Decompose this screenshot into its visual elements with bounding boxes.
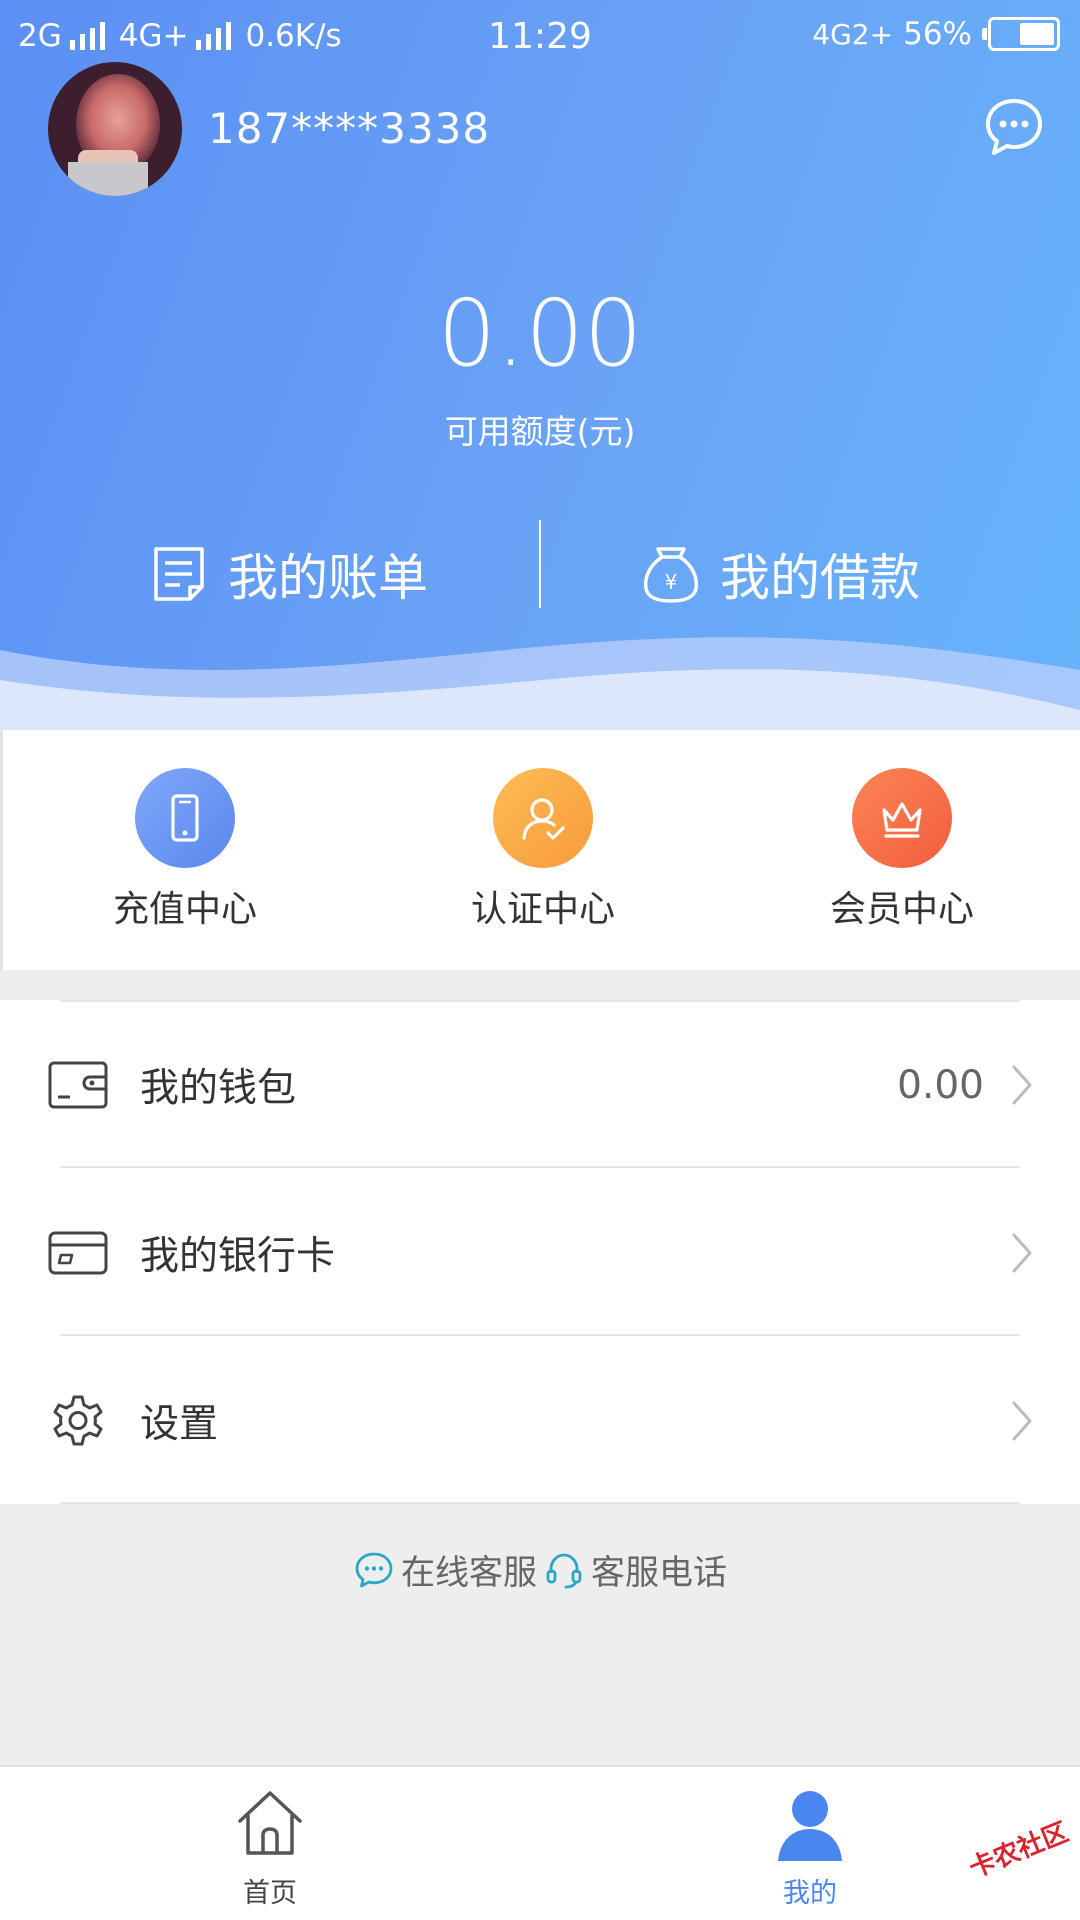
home-icon [238, 1791, 302, 1855]
verification-center-label: 认证中心 [470, 889, 615, 930]
member-icon-circle [852, 768, 952, 868]
phone-icon [171, 794, 199, 842]
battery-icon [982, 17, 1060, 51]
account-menu: 我的钱包 0.00 我的银行卡 设置 [0, 1000, 1080, 1504]
available-credit-label: 可用额度(元) [444, 412, 636, 451]
service-phone-link[interactable]: 客服电话 [591, 1545, 727, 1594]
battery-percent: 56% [903, 16, 972, 52]
quick-actions: 充值中心 认证中心 会员中心 [0, 730, 1080, 970]
account-header: 2G 4G+ 0.6K/s 11:29 4G2+ 56% 187****3338… [0, 0, 1080, 730]
avatar[interactable] [48, 62, 182, 196]
my-bill-button[interactable]: 我的账单 [148, 538, 428, 610]
tab-mine-label: 我的 [783, 1878, 837, 1909]
bottom-tab-bar: 首页 我的 [0, 1765, 1080, 1920]
menu-item-bank-card[interactable]: 我的银行卡 [0, 1168, 1080, 1336]
recharge-icon-circle [135, 768, 235, 868]
user-icon [778, 1791, 842, 1861]
wallet-balance: 0.00 [897, 1062, 984, 1108]
recharge-center-button[interactable]: 充值中心 [55, 768, 315, 932]
crown-icon [882, 802, 922, 838]
customer-support: 在线客服 客服电话 [0, 1545, 1080, 1594]
tab-mine[interactable]: 我的 [710, 1785, 910, 1910]
svg-text:¥: ¥ [665, 570, 678, 594]
tab-home-label: 首页 [243, 1878, 297, 1909]
available-credit-amount: 0.00 [437, 280, 643, 387]
gear-icon [53, 1395, 103, 1446]
row-divider [60, 1502, 1020, 1504]
settings-label: 设置 [140, 1402, 219, 1447]
menu-item-wallet[interactable]: 我的钱包 0.00 [0, 1002, 1080, 1168]
bank-card-icon [48, 1231, 108, 1275]
bank-card-label: 我的银行卡 [140, 1234, 336, 1279]
my-loan-label: 我的借款 [720, 549, 920, 607]
user-check-icon [522, 798, 565, 840]
online-chat-icon[interactable] [353, 1549, 395, 1591]
menu-item-settings[interactable]: 设置 [0, 1336, 1080, 1504]
header-wave [0, 637, 1080, 730]
chevron-right-icon [1012, 1233, 1032, 1273]
verification-icon-circle [493, 768, 593, 868]
my-bill-label: 我的账单 [228, 549, 428, 607]
status-bar: 2G 4G+ 0.6K/s 11:29 4G2+ 56% [0, 0, 1080, 76]
wallet-icon [48, 1061, 108, 1109]
member-center-button[interactable]: 会员中心 [772, 768, 1032, 932]
recharge-center-label: 充值中心 [112, 889, 257, 930]
chat-bubble-icon[interactable] [982, 95, 1046, 159]
chevron-right-icon [1012, 1065, 1032, 1105]
money-bag-icon: ¥ [643, 547, 699, 603]
entry-divider [539, 520, 541, 608]
user-phone: 187****3338 [208, 104, 491, 153]
bill-icon [154, 547, 204, 601]
avatar-photo [48, 62, 182, 196]
network-indicator: 4G2+ [812, 17, 894, 51]
member-center-label: 会员中心 [829, 889, 974, 930]
chevron-right-icon [1012, 1401, 1032, 1441]
tab-home[interactable]: 首页 [170, 1785, 370, 1910]
verification-center-button[interactable]: 认证中心 [413, 768, 673, 932]
battery-level [1020, 23, 1054, 45]
my-loan-button[interactable]: ¥ 我的借款 [640, 538, 920, 610]
online-service-link[interactable]: 在线客服 [401, 1545, 537, 1594]
headset-icon[interactable] [543, 1549, 585, 1591]
wallet-label: 我的钱包 [140, 1066, 297, 1111]
